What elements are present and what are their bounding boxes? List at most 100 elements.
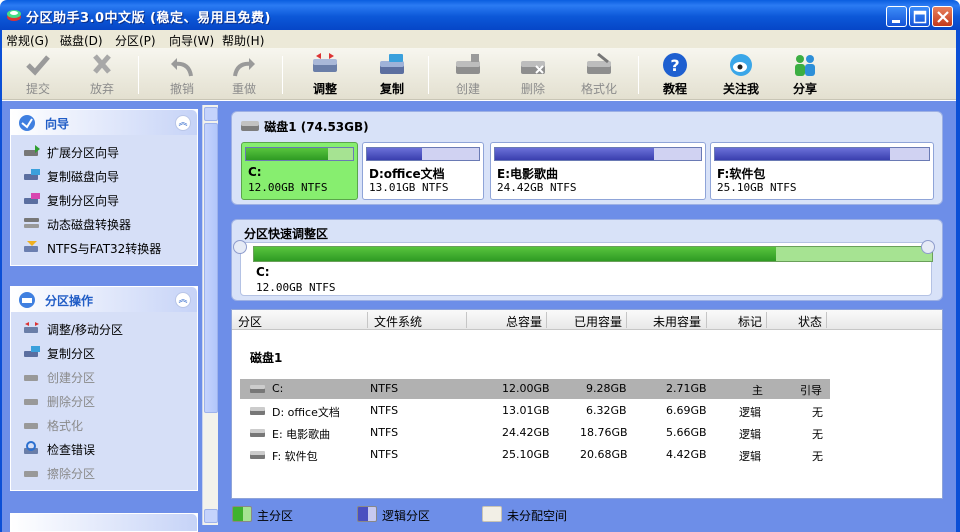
scroll-up-arrow-icon[interactable] bbox=[204, 107, 218, 121]
partition-ops-header[interactable]: 分区操作 ︽ bbox=[11, 287, 197, 312]
col-filesystem[interactable]: 文件系统 bbox=[374, 313, 422, 330]
partition-table: 分区 文件系统 总容量 已用容量 未用容量 标记 状态 磁盘1 C: NTFS … bbox=[231, 309, 943, 499]
resize-handle-left[interactable] bbox=[233, 240, 247, 254]
resize-button[interactable]: 调整 bbox=[297, 52, 353, 98]
maximize-icon bbox=[913, 10, 927, 24]
quick-resize-area: C: 12.00GB NTFS bbox=[240, 242, 933, 296]
minimize-button[interactable] bbox=[886, 6, 907, 27]
column-divider bbox=[466, 312, 467, 328]
partition-c-usage bbox=[246, 148, 329, 160]
task-pane-scrollbar[interactable] bbox=[202, 105, 218, 525]
op-wipe-partition[interactable]: 擦除分区 bbox=[11, 460, 197, 484]
scroll-down-arrow-icon[interactable] bbox=[204, 509, 218, 523]
partition-c[interactable]: C: 12.00GB NTFS bbox=[241, 142, 358, 200]
tutorial-button[interactable]: ? 教程 bbox=[647, 52, 703, 98]
col-total[interactable]: 总容量 bbox=[506, 313, 542, 330]
menu-disk[interactable]: 磁盘(D) bbox=[60, 32, 103, 49]
disk-map: 磁盘1 (74.53GB) C: 12.00GB NTFS D:office文档… bbox=[231, 111, 943, 205]
wizard-panel-header[interactable]: 向导 ︽ bbox=[11, 110, 197, 135]
wizard-copy-disk[interactable]: 复制磁盘向导 bbox=[11, 163, 197, 187]
resize-handle-right[interactable] bbox=[921, 240, 935, 254]
more-panel-header[interactable] bbox=[11, 514, 197, 531]
op-resize-move-partition[interactable]: 调整/移动分区 bbox=[11, 316, 197, 340]
op-delete-partition[interactable]: 删除分区 bbox=[11, 388, 197, 412]
quick-resize-bar[interactable] bbox=[253, 246, 933, 262]
menu-wizard[interactable]: 向导(W) bbox=[169, 32, 214, 49]
create-disk-icon bbox=[456, 54, 480, 74]
svg-text:?: ? bbox=[670, 56, 679, 75]
copy-partition-icon bbox=[24, 193, 40, 204]
app-icon bbox=[7, 10, 21, 21]
redo-icon bbox=[233, 58, 255, 77]
resize-icon bbox=[24, 322, 39, 333]
dynamic-disk-icon bbox=[24, 218, 39, 228]
convert-disk-icon bbox=[24, 241, 38, 252]
task-pane: 向导 ︽ 扩展分区向导 复制磁盘向导 复制分区向导 动态磁盘转换器 NTFS与F… bbox=[0, 101, 220, 532]
op-create-partition[interactable]: 创建分区 bbox=[11, 364, 197, 388]
legend-unallocated-swatch bbox=[482, 506, 502, 522]
quick-resize-title: 分区快速调整区 bbox=[244, 227, 329, 241]
wizard-copy-partition[interactable]: 复制分区向导 bbox=[11, 187, 197, 211]
copy-disk-icon bbox=[380, 54, 404, 74]
delete-button[interactable]: 删除 bbox=[505, 52, 561, 98]
maximize-button[interactable] bbox=[909, 6, 930, 27]
copy-button[interactable]: 复制 bbox=[364, 52, 420, 98]
partition-f-usage bbox=[715, 148, 891, 160]
table-row[interactable]: F: 软件包 NTFS 25.10GB 20.68GB 4.42GB 逻辑 无 bbox=[240, 445, 830, 465]
drive-icon bbox=[250, 385, 265, 393]
op-format[interactable]: 格式化 bbox=[11, 412, 197, 436]
share-button[interactable]: 分享 bbox=[777, 52, 833, 98]
table-row[interactable]: C: NTFS 12.00GB 9.28GB 2.71GB 主 引导 bbox=[240, 379, 830, 399]
copy-disk-icon bbox=[24, 169, 40, 180]
share-people-icon bbox=[795, 55, 815, 76]
weibo-icon bbox=[730, 54, 752, 76]
close-icon bbox=[937, 11, 949, 23]
toolbar-separator bbox=[138, 56, 139, 94]
menu-partition[interactable]: 分区(P) bbox=[115, 32, 156, 49]
collapse-chevron-icon[interactable]: ︽ bbox=[175, 292, 191, 308]
menu-general[interactable]: 常规(G) bbox=[6, 32, 49, 49]
format-button[interactable]: 格式化 bbox=[571, 52, 627, 98]
op-check-errors[interactable]: 检查错误 bbox=[11, 436, 197, 460]
col-flag[interactable]: 标记 bbox=[738, 313, 762, 330]
column-divider bbox=[826, 312, 827, 328]
quick-resize-usage bbox=[254, 247, 777, 261]
op-copy-partition[interactable]: 复制分区 bbox=[11, 340, 197, 364]
scroll-thumb[interactable] bbox=[204, 123, 218, 413]
minimize-icon bbox=[892, 20, 900, 23]
redo-button[interactable]: 重做 bbox=[216, 52, 272, 98]
table-row[interactable]: E: 电影歌曲 NTFS 24.42GB 18.76GB 5.66GB 逻辑 无 bbox=[240, 423, 830, 443]
wizard-ntfs-fat32-converter[interactable]: NTFS与FAT32转换器 bbox=[11, 235, 197, 259]
collapse-chevron-icon[interactable]: ︽ bbox=[175, 115, 191, 131]
undo-button[interactable]: 撤销 bbox=[154, 52, 210, 98]
column-divider bbox=[367, 312, 368, 328]
follow-button[interactable]: 关注我 bbox=[713, 52, 769, 98]
wizard-dynamic-disk-converter[interactable]: 动态磁盘转换器 bbox=[11, 211, 197, 235]
submit-button[interactable]: 提交 bbox=[10, 52, 66, 98]
toolbar-separator bbox=[428, 56, 429, 94]
partition-d[interactable]: D:office文档 13.01GB NTFS bbox=[362, 142, 484, 200]
wizard-extend-partition[interactable]: 扩展分区向导 bbox=[11, 139, 197, 163]
col-partition[interactable]: 分区 bbox=[238, 313, 262, 330]
partition-f[interactable]: F:软件包 25.10GB NTFS bbox=[710, 142, 934, 200]
create-button[interactable]: 创建 bbox=[440, 52, 496, 98]
resize-disk-icon bbox=[313, 53, 337, 72]
menu-help[interactable]: 帮助(H) bbox=[222, 32, 264, 49]
main-area: 磁盘1 (74.53GB) C: 12.00GB NTFS D:office文档… bbox=[220, 101, 960, 532]
legend-primary-swatch bbox=[232, 506, 252, 522]
partition-ops-icon bbox=[19, 292, 35, 308]
delete-disk-icon bbox=[521, 61, 545, 74]
partition-d-usage bbox=[367, 148, 422, 160]
checkmark-icon bbox=[26, 55, 50, 76]
close-button[interactable] bbox=[932, 6, 953, 27]
column-divider bbox=[546, 312, 547, 328]
col-used[interactable]: 已用容量 bbox=[574, 313, 622, 330]
partition-e[interactable]: E:电影歌曲 24.42GB NTFS bbox=[490, 142, 706, 200]
col-status[interactable]: 状态 bbox=[798, 313, 822, 330]
col-free[interactable]: 未用容量 bbox=[653, 313, 701, 330]
table-row[interactable]: D: office文档 NTFS 13.01GB 6.32GB 6.69GB 逻… bbox=[240, 401, 830, 421]
magnifier-icon bbox=[24, 441, 38, 454]
discard-button[interactable]: 放弃 bbox=[74, 52, 130, 98]
legend-unallocated-label: 未分配空间 bbox=[507, 509, 568, 523]
column-divider bbox=[766, 312, 767, 328]
